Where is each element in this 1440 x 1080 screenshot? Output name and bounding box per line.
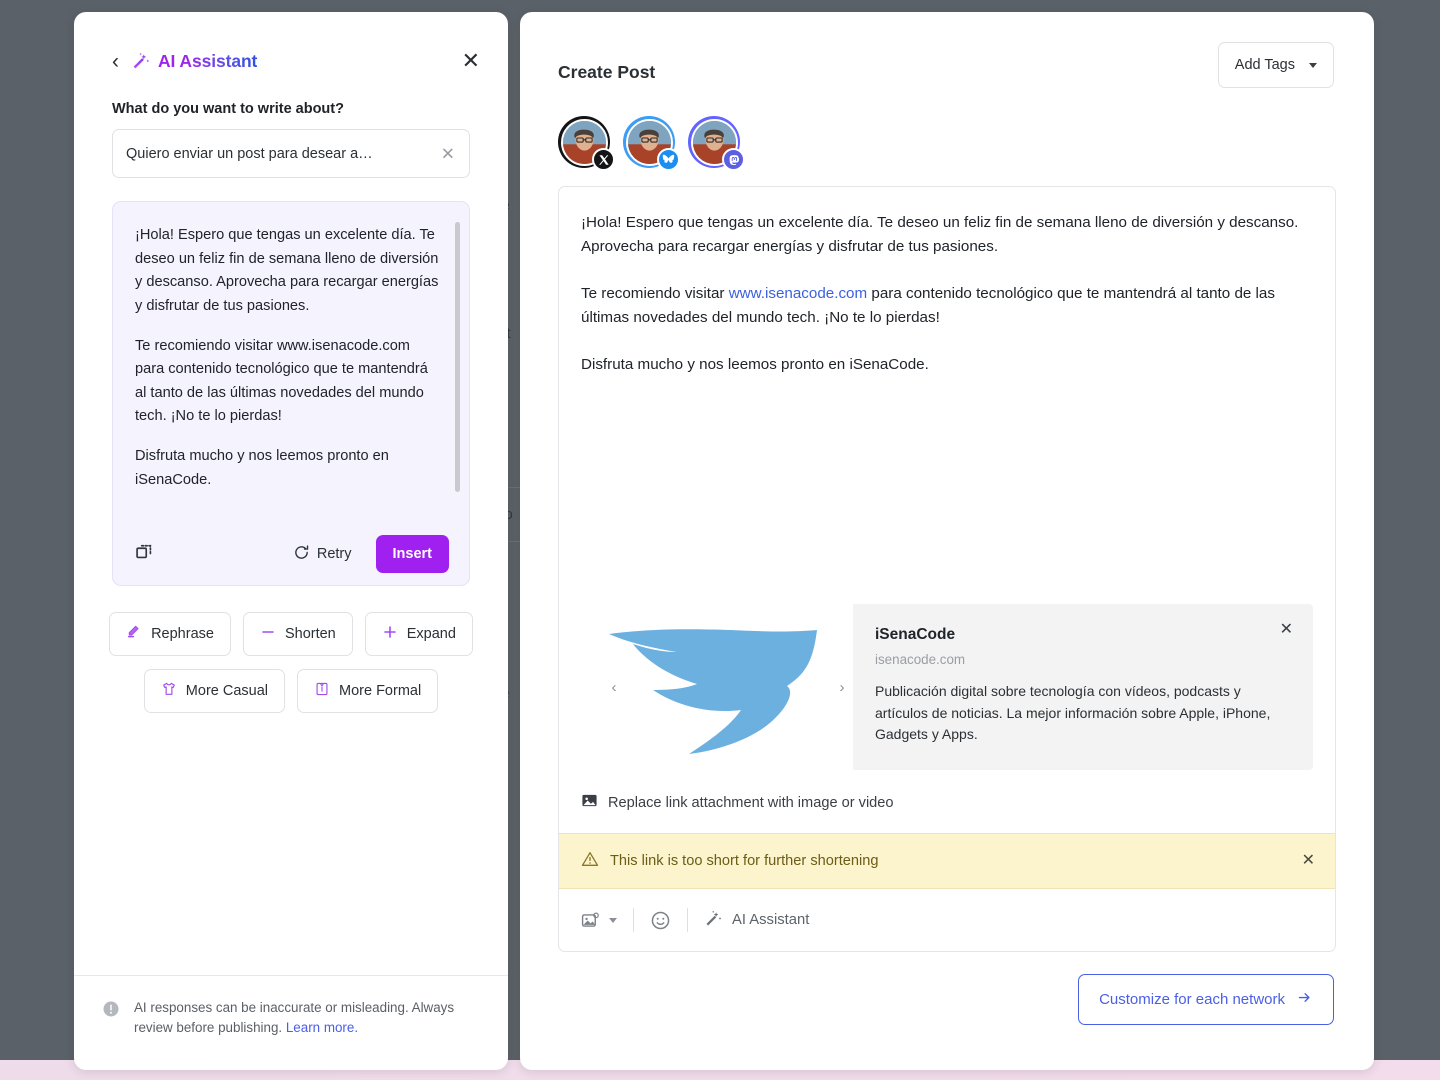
- refresh-icon: [293, 544, 310, 565]
- link-preview-card: ‹ › iSenaCode isenacode.com Publicación …: [581, 604, 1313, 770]
- rephrase-button[interactable]: Rephrase: [109, 612, 231, 656]
- account-avatar-mastodon[interactable]: [688, 116, 745, 171]
- link-preview-title: iSenaCode: [875, 626, 956, 643]
- post-paragraph: Te recomiendo visitar www.isenacode.com …: [581, 282, 1309, 330]
- customize-network-button[interactable]: Customize for each network: [1078, 974, 1334, 1025]
- page-title: Create Post: [558, 62, 656, 82]
- link-preview-body: iSenaCode isenacode.com Publicación digi…: [853, 604, 1313, 770]
- tshirt-icon: [161, 681, 177, 701]
- post-text: ¡Hola! Espero que tengas un excelente dí…: [581, 214, 1299, 256]
- bluesky-butterfly-icon: [657, 148, 680, 171]
- post-body[interactable]: ¡Hola! Espero que tengas un excelente dí…: [559, 187, 1335, 604]
- learn-more-link[interactable]: Learn more.: [286, 1020, 358, 1035]
- arrow-right-icon: [1296, 990, 1313, 1009]
- replace-attachment-button[interactable]: Replace link attachment with image or vi…: [559, 770, 1335, 833]
- post-editor: ¡Hola! Espero que tengas un excelente dí…: [558, 186, 1336, 952]
- link-preview-image: ‹ ›: [581, 604, 853, 770]
- link-preview-domain: isenacode.com: [875, 652, 966, 667]
- close-icon[interactable]: ✕: [1280, 622, 1293, 638]
- more-formal-button[interactable]: More Formal: [297, 669, 439, 713]
- divider: [687, 908, 688, 932]
- expand-button[interactable]: Expand: [364, 612, 473, 656]
- warning-text: This link is too short for further short…: [610, 853, 879, 869]
- ai-disclaimer-text: AI responses can be inaccurate or mislea…: [134, 998, 470, 1070]
- copy-icon[interactable]: [135, 542, 155, 567]
- create-post-header: Create Post Add Tags: [520, 12, 1374, 88]
- ai-assistant-header: ‹ AI Assistant ✕: [74, 12, 508, 78]
- image-icon: [581, 792, 598, 813]
- editor-toolbar: AI Assistant: [559, 889, 1335, 951]
- ai-result-paragraph: Disfruta mucho y nos leemos pronto en iS…: [135, 448, 389, 488]
- shorten-label: Shorten: [284, 626, 336, 642]
- customize-label: Customize for each network: [1099, 991, 1285, 1008]
- account-avatar-x[interactable]: [558, 116, 615, 171]
- post-link[interactable]: www.isenacode.com: [729, 285, 867, 302]
- ai-assistant-body: What do you want to write about? Quiero …: [74, 78, 508, 975]
- mastodon-icon: [722, 148, 745, 171]
- prompt-label: What do you want to write about?: [112, 101, 344, 117]
- more-casual-button[interactable]: More Casual: [143, 669, 285, 713]
- expand-label: Expand: [406, 626, 456, 642]
- divider: [633, 908, 634, 932]
- chevron-down-icon: [1309, 62, 1317, 68]
- close-icon[interactable]: ✕: [462, 50, 480, 72]
- add-tags-label: Add Tags: [1234, 57, 1295, 73]
- tone-buttons-row-2: More Casual More Formal: [112, 669, 470, 713]
- magic-wand-icon: [704, 909, 723, 932]
- warning-banner: This link is too short for further short…: [559, 833, 1335, 889]
- add-tags-button[interactable]: Add Tags: [1217, 42, 1334, 88]
- post-paragraph: ¡Hola! Espero que tengas un excelente dí…: [581, 211, 1309, 259]
- prompt-input[interactable]: Quiero enviar un post para desear a… ✕: [112, 129, 470, 178]
- ai-result-paragraph: Te recomiendo visitar www.isenacode.com …: [135, 337, 428, 425]
- warning-triangle-icon: [581, 850, 599, 873]
- scrollbar-thumb[interactable]: [455, 222, 460, 492]
- retry-label: Retry: [316, 546, 352, 562]
- tone-buttons-row-1: Rephrase Shorten Expand: [109, 612, 473, 656]
- ai-assistant-panel: ‹ AI Assistant ✕ What do you want to wri…: [74, 12, 508, 1070]
- post-text: Disfruta mucho y nos leemos pronto en iS…: [581, 356, 929, 374]
- ai-result-card: ¡Hola! Espero que tengas un excelente dí…: [112, 201, 470, 586]
- pencil-icon: [126, 624, 142, 644]
- info-icon: [102, 1000, 120, 1070]
- minus-icon: [260, 624, 276, 644]
- retry-button[interactable]: Retry: [285, 538, 360, 571]
- emoji-smiley-icon[interactable]: [650, 910, 671, 931]
- create-post-panel: Create Post Add Tags ¡Hola! Espero que t…: [520, 12, 1374, 1070]
- chevron-down-icon[interactable]: [609, 917, 617, 923]
- prompt-input-value: Quiero enviar un post para desear a…: [126, 145, 373, 162]
- panel-title: AI Assistant: [158, 50, 258, 71]
- magic-wand-icon: [131, 51, 151, 71]
- account-avatars: [520, 88, 1374, 171]
- x-logo-icon: [592, 148, 615, 171]
- ai-result-text: ¡Hola! Espero que tengas un excelente dí…: [113, 202, 469, 524]
- replace-attachment-label: Replace link attachment with image or vi…: [608, 794, 894, 811]
- shorten-button[interactable]: Shorten: [242, 612, 353, 656]
- clear-icon[interactable]: ✕: [441, 145, 455, 162]
- more-casual-label: More Casual: [185, 683, 268, 699]
- post-paragraph: Disfruta mucho y nos leemos pronto en iS…: [581, 353, 1309, 377]
- dress-shirt-icon: [314, 681, 330, 701]
- link-preview-next-button[interactable]: ›: [831, 666, 853, 708]
- ai-disclaimer: AI responses can be inaccurate or mislea…: [74, 975, 508, 1070]
- account-avatar-bluesky[interactable]: [623, 116, 680, 171]
- close-icon[interactable]: ✕: [1302, 853, 1315, 869]
- rephrase-label: Rephrase: [151, 626, 214, 642]
- ai-assistant-button[interactable]: AI Assistant: [704, 909, 809, 932]
- post-text: Te recomiendo visitar: [581, 285, 729, 303]
- link-preview-prev-button[interactable]: ‹: [603, 666, 625, 708]
- ai-result-actions: Retry Insert: [113, 523, 469, 585]
- back-icon[interactable]: ‹: [112, 51, 119, 72]
- ai-assistant-label: AI Assistant: [732, 912, 810, 928]
- link-preview-description: Publicación digital sobre tecnología con…: [875, 683, 1271, 743]
- insert-button[interactable]: Insert: [375, 535, 449, 573]
- more-formal-label: More Formal: [339, 683, 422, 699]
- image-plus-icon[interactable]: [581, 911, 600, 930]
- plus-icon: [382, 624, 398, 644]
- ai-result-paragraph: ¡Hola! Espero que tengas un excelente dí…: [135, 227, 439, 314]
- create-post-footer: Customize for each network: [520, 952, 1374, 1025]
